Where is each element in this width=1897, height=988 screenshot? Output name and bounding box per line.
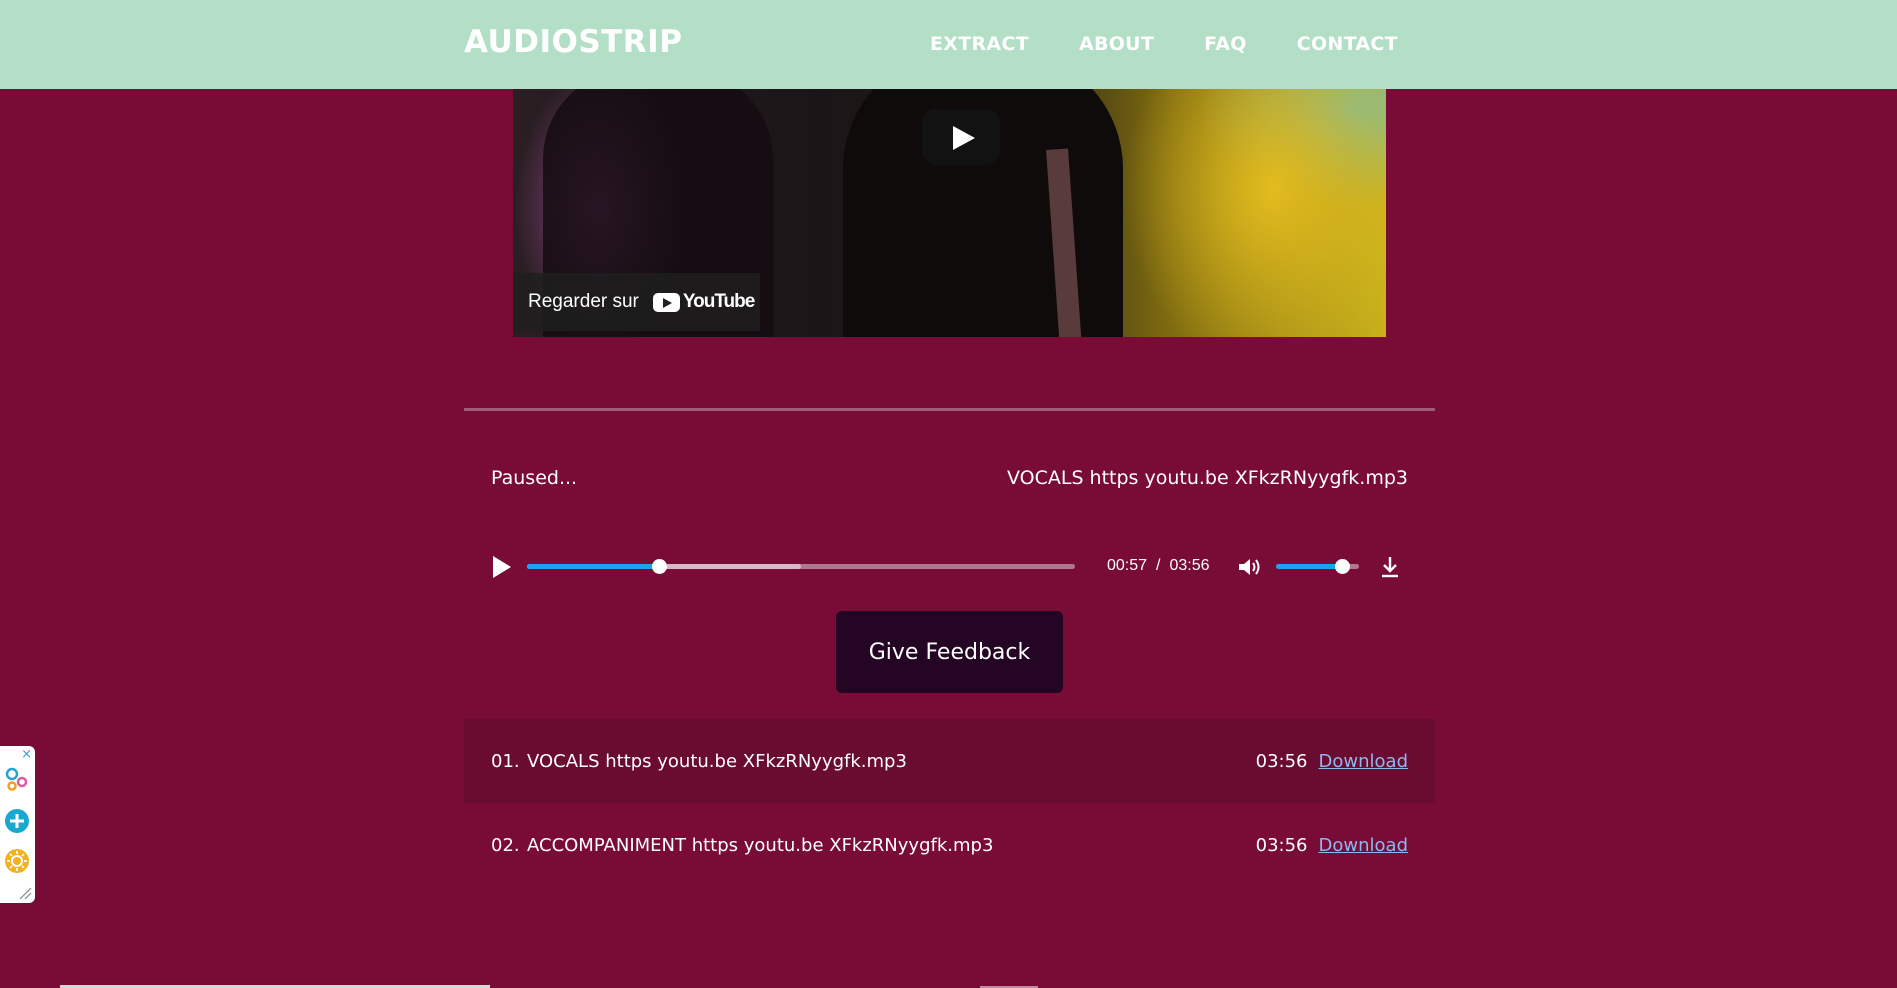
volume-level [1276,564,1343,569]
time-display: 00:57 / 03:56 [1107,557,1210,575]
total-time: 03:56 [1169,557,1210,574]
seek-bar[interactable] [527,559,1075,574]
track-duration: 03:56 [1255,834,1308,856]
download-link[interactable]: Download [1319,835,1408,856]
track-number: 02. [491,834,520,856]
main-nav: EXTRACT ABOUT FAQ CONTACT [930,33,1448,55]
time-separator: / [1156,557,1161,574]
volume-icon[interactable] [1237,556,1263,578]
nav-contact[interactable]: CONTACT [1297,33,1398,55]
track-row[interactable]: 01. VOCALS https youtu.be XFkzRNyygfk.mp… [464,719,1435,803]
download-icon[interactable] [1379,555,1401,579]
brand-logo[interactable]: AUDIOSTRIP [464,24,682,60]
close-icon[interactable]: × [21,747,32,762]
nav-extract[interactable]: EXTRACT [930,33,1029,55]
player-track-name: VOCALS https youtu.be XFkzRNyygfk.mp3 [1006,467,1408,489]
extensions-icon[interactable] [4,766,30,792]
video-play-button[interactable] [922,109,1000,165]
side-ad-widget: × [0,746,35,903]
site-header: AUDIOSTRIP EXTRACT ABOUT FAQ CONTACT [0,0,1897,89]
youtube-wordmark: YouTube [682,291,755,312]
track-row[interactable]: 02. ACCOMPANIMENT https youtu.be XFkzRNy… [464,803,1435,887]
seek-progress [527,564,659,569]
track-duration: 03:56 [1255,750,1308,772]
sun-icon[interactable] [4,848,30,874]
give-feedback-button[interactable]: Give Feedback [836,611,1063,693]
track-title: ACCOMPANIMENT https youtu.be XFkzRNyygfk… [527,834,994,856]
nav-faq[interactable]: FAQ [1204,33,1247,55]
seek-handle[interactable] [651,559,667,574]
audio-controls: 00:57 / 03:56 [491,552,1409,580]
track-title: VOCALS https youtu.be XFkzRNyygfk.mp3 [527,750,907,772]
nav-about[interactable]: ABOUT [1079,33,1154,55]
play-icon[interactable] [491,556,511,578]
volume-slider[interactable] [1276,559,1359,574]
resize-handle-icon[interactable] [18,886,32,900]
volume-handle[interactable] [1335,559,1351,574]
section-divider [464,408,1435,411]
player-status: Paused... [491,467,578,489]
track-list: 01. VOCALS https youtu.be XFkzRNyygfk.mp… [464,719,1435,887]
track-number: 01. [491,750,520,772]
youtube-logo: YouTube [652,291,755,313]
video-embed[interactable]: Regarder sur YouTube [513,89,1386,337]
download-link[interactable]: Download [1319,751,1408,772]
add-icon[interactable] [4,808,30,834]
watch-on-label: Regarder sur [528,291,639,312]
watch-on-youtube-link[interactable]: Regarder sur YouTube [513,273,760,331]
youtube-play-icon [652,292,680,312]
elapsed-time: 00:57 [1107,557,1148,574]
